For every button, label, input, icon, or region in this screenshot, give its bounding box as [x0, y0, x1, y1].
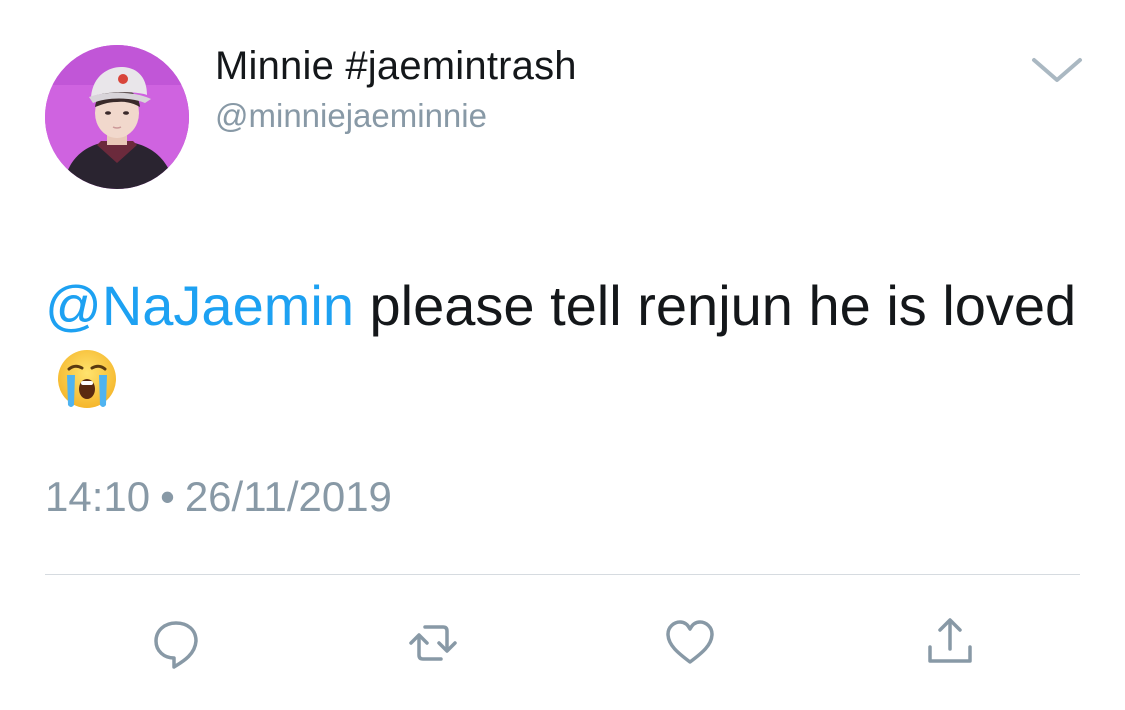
- chevron-down-icon[interactable]: [1030, 52, 1084, 88]
- divider: [45, 574, 1080, 575]
- tweet-timestamp: 14:10 • 26/11/2019: [45, 473, 392, 521]
- reply-button[interactable]: [148, 615, 204, 671]
- mention-link[interactable]: @NaJaemin: [45, 274, 354, 337]
- avatar-photo: [45, 45, 189, 189]
- user-handle[interactable]: @minniejaeminnie: [215, 97, 487, 135]
- retweet-button[interactable]: [405, 615, 461, 671]
- tweet-card: Minnie #jaemintrash @minniejaeminnie @Na…: [0, 0, 1125, 710]
- timestamp-separator: •: [160, 473, 175, 520]
- tweet-time: 14:10: [45, 473, 151, 520]
- tweet-date: 26/11/2019: [184, 473, 392, 520]
- like-button[interactable]: [662, 615, 718, 671]
- retweet-icon: [409, 625, 457, 661]
- loudly-crying-face-emoji: [55, 347, 119, 411]
- tweet-text: @NaJaemin please tell renjun he is loved: [45, 268, 1085, 420]
- share-icon: [928, 618, 972, 663]
- reply-icon: [154, 621, 198, 669]
- avatar[interactable]: [45, 45, 189, 189]
- tweet-body: please tell renjun he is loved: [353, 274, 1077, 337]
- display-name[interactable]: Minnie #jaemintrash: [215, 44, 577, 89]
- share-button[interactable]: [922, 615, 978, 671]
- heart-icon: [666, 620, 714, 664]
